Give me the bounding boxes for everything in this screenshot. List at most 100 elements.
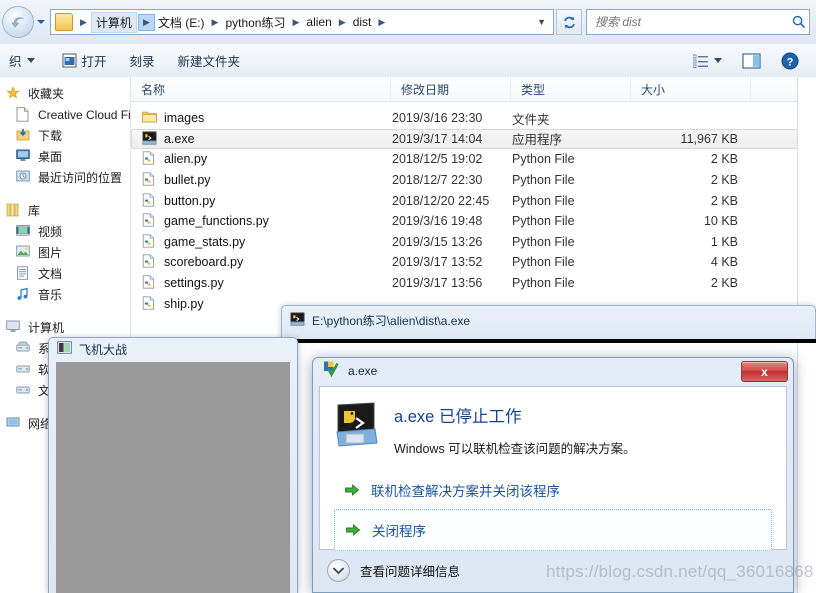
console-window[interactable]: E:\python练习\alien\dist\a.exe [281, 305, 816, 339]
burn-button[interactable]: 刻录 [116, 50, 164, 72]
svg-text:?: ? [787, 56, 794, 68]
library-icon [6, 203, 22, 219]
column-header-date[interactable]: 修改日期 [391, 77, 511, 101]
file-size-cell: 4 KB [710, 255, 738, 270]
search-input[interactable] [587, 11, 789, 33]
computer-icon [6, 320, 22, 336]
folder-icon [142, 110, 158, 126]
table-row[interactable]: scoreboard.py 2019/3/17 13:52 Python Fil… [131, 252, 816, 273]
app-window-icon [57, 341, 72, 357]
chevron-down-icon[interactable] [327, 559, 350, 582]
file-date-cell: 2019/3/16 23:30 [392, 111, 483, 126]
table-row[interactable]: button.py 2018/12/20 22:45 Python File 2… [131, 190, 816, 211]
back-button[interactable] [2, 6, 34, 38]
file-name-cell: settings.py [132, 275, 392, 291]
nav-group-label: 计算机 [28, 321, 65, 335]
file-date-cell: 2019/3/15 13:26 [392, 234, 483, 249]
nav-group-computer[interactable]: 计算机 [0, 317, 130, 338]
file-name-text: a.exe [164, 131, 195, 146]
sidebar-item-label: 文档 [38, 267, 63, 281]
breadcrumb-separator: ▶ [338, 16, 346, 27]
downloads-icon [16, 128, 32, 144]
table-row[interactable]: settings.py 2019/3/17 13:56 Python File … [131, 273, 816, 294]
close-program-button[interactable]: 关闭程序 [334, 509, 772, 551]
table-row[interactable]: images 2019/3/16 23:30 文件夹 [131, 108, 816, 129]
videos-icon [16, 224, 32, 240]
sidebar-item-desktop[interactable]: 桌面 [0, 146, 130, 167]
file-name-text: alien.py [164, 152, 208, 167]
star-icon [6, 85, 22, 102]
file-name-text: bullet.py [164, 173, 211, 188]
error-dialog-titlebar[interactable]: a.exe x [313, 358, 793, 384]
sidebar-item-label: 视频 [38, 225, 63, 239]
column-header-name[interactable]: 名称 [131, 77, 391, 101]
search-box[interactable] [586, 9, 810, 35]
sidebar-item-label: 最近访问的位置 [38, 171, 123, 185]
open-button[interactable]: 打开 [44, 50, 116, 72]
refresh-button[interactable] [556, 9, 582, 35]
preview-pane-icon [742, 52, 761, 69]
python-icon [142, 275, 158, 291]
breadcrumb-item-3[interactable]: dist [350, 13, 375, 31]
check-online-and-close-button[interactable]: 联机检查解决方案并关闭该程序 [334, 475, 772, 505]
sidebar-item-videos[interactable]: 视频 [0, 221, 130, 242]
show-preview-pane-button[interactable] [733, 50, 770, 72]
table-row[interactable]: game_functions.py 2019/3/16 19:48 Python… [131, 211, 816, 232]
file-rows-container: images 2019/3/16 23:30 文件夹 a.exe 2019/3/… [131, 102, 816, 314]
file-size-cell: 2 KB [710, 193, 738, 208]
chevron-down-icon [26, 58, 35, 63]
sidebar-item-recent-places[interactable]: 最近访问的位置 [0, 167, 130, 188]
sidebar-item-documents[interactable]: 文档 [0, 263, 130, 284]
action-label: 关闭程序 [372, 524, 426, 539]
game-canvas[interactable] [56, 362, 290, 593]
table-row[interactable]: alien.py 2018/12/5 19:02 Python File 2 K… [131, 149, 816, 170]
organize-menu-button[interactable]: 织 [0, 50, 44, 72]
file-type-cell: Python File [512, 234, 575, 249]
python-icon [142, 172, 158, 188]
file-date-cell: 2018/12/5 19:02 [392, 152, 483, 167]
game-window[interactable]: 飞机大战 [48, 337, 298, 593]
change-view-button[interactable] [684, 50, 731, 72]
breadcrumb-separator-active[interactable]: ▶ [137, 13, 155, 31]
close-button[interactable]: x [741, 361, 788, 382]
breadcrumb-separator: ▶ [211, 16, 219, 27]
file-size-cell: 2 KB [710, 276, 738, 291]
table-row[interactable]: game_stats.py 2019/3/15 13:26 Python Fil… [131, 232, 816, 253]
table-row[interactable]: bullet.py 2018/12/7 22:30 Python File 2 … [131, 170, 816, 191]
address-dropdown-icon[interactable]: ▼ [530, 17, 553, 27]
nav-group-favorites[interactable]: 收藏夹 [0, 83, 130, 104]
error-heading: a.exe 已停止工作 [394, 408, 522, 426]
breadcrumb-item-1[interactable]: python练习 [222, 12, 288, 33]
file-name-cell: game_stats.py [132, 234, 392, 250]
table-row-selected[interactable]: a.exe 2019/3/17 14:04 应用程序 11,967 KB [131, 128, 816, 150]
file-size-cell: 2 KB [710, 173, 738, 188]
watermark-text: https://blog.csdn.net/qq_36016868 [546, 562, 814, 581]
breadcrumb-root[interactable]: 计算机 [90, 11, 137, 33]
drive-icon [16, 341, 32, 357]
screen-root: ▶ 计算机 ▶ 文档 (E:) ▶ python练习 ▶ alien ▶ dis… [0, 0, 816, 593]
new-folder-label: 新建文件夹 [177, 55, 241, 69]
sidebar-item-pictures[interactable]: 图片 [0, 242, 130, 263]
sidebar-item-music[interactable]: 音乐 [0, 284, 130, 305]
sidebar-item-creative-cloud-file[interactable]: Creative Cloud File [0, 104, 130, 125]
search-icon [789, 15, 809, 29]
sidebar-item-downloads[interactable]: 下载 [0, 125, 130, 146]
history-dropdown-button[interactable] [34, 20, 48, 24]
nav-group-libraries[interactable]: 库 [0, 200, 130, 221]
column-header-type[interactable]: 类型 [511, 77, 631, 101]
file-date-cell: 2018/12/7 22:30 [392, 173, 483, 188]
drive-icon [16, 362, 32, 378]
column-header-size[interactable]: 大小 [631, 77, 751, 101]
column-header-row: 名称 修改日期 类型 大小 [131, 77, 816, 102]
breadcrumb-item-0[interactable]: 文档 (E:) [155, 12, 208, 33]
address-bar[interactable]: ▶ 计算机 ▶ 文档 (E:) ▶ python练习 ▶ alien ▶ dis… [50, 9, 554, 35]
file-date-cell: 2019/3/17 14:04 [392, 131, 483, 146]
breadcrumb-item-2[interactable]: alien [303, 13, 334, 31]
file-date-cell: 2019/3/17 13:56 [392, 276, 483, 291]
new-folder-button[interactable]: 新建文件夹 [164, 50, 250, 72]
help-button[interactable]: ? [772, 50, 808, 72]
error-actions: 联机检查解决方案并关闭该程序 关闭程序 [334, 475, 772, 551]
file-name-text: button.py [164, 193, 216, 208]
